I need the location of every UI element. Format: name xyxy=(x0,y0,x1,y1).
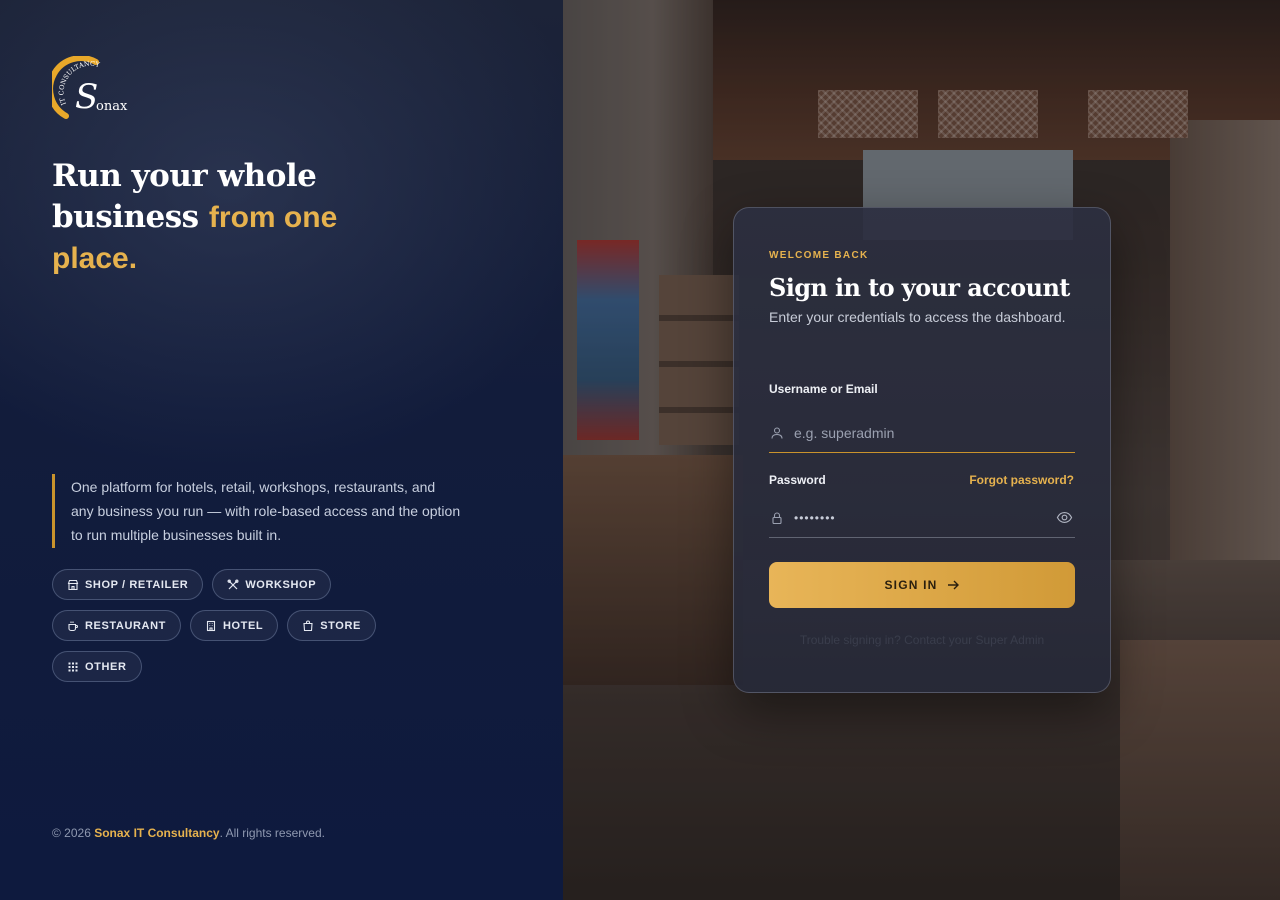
username-input[interactable] xyxy=(794,424,1075,441)
chip-restaurant[interactable]: RESTAURANT xyxy=(52,610,181,641)
business-type-chips: SHOP / RETAILER WORKSHOP RESTAURANT HOTE… xyxy=(52,569,452,682)
coffee-cup-icon xyxy=(68,621,79,631)
chip-shop-retailer[interactable]: SHOP / RETAILER xyxy=(52,569,204,600)
login-page: IT CONSULTANCY S onax Run your whole busi… xyxy=(0,0,1280,900)
lock-icon xyxy=(772,511,782,524)
brand-panel: IT CONSULTANCY S onax Run your whole busi… xyxy=(0,0,563,900)
username-field xyxy=(769,413,1075,453)
login-subtitle: Enter your credentials to access the das… xyxy=(769,309,1066,325)
arrow-right-icon xyxy=(947,580,959,590)
login-card: WELCOME BACK Sign in to your account Ent… xyxy=(733,207,1111,693)
grid-icon xyxy=(68,662,78,671)
shopping-bag-icon xyxy=(303,620,313,631)
forgot-password-link[interactable]: Forgot password? xyxy=(969,473,1074,487)
show-password-icon[interactable] xyxy=(1056,509,1073,526)
hero-accent: from one xyxy=(208,201,338,234)
username-label: Username or Email xyxy=(769,382,878,396)
welcome-eyebrow: WELCOME BACK xyxy=(769,250,869,261)
user-icon xyxy=(771,426,783,439)
sign-in-button[interactable]: SIGN IN xyxy=(769,562,1075,608)
hero-accent-2: place. xyxy=(52,242,138,275)
logo-name: onax xyxy=(96,99,128,114)
login-title: Sign in to your account xyxy=(769,273,1070,302)
password-label: Password xyxy=(769,473,826,487)
chip-store[interactable]: STORE xyxy=(287,610,376,641)
footer-brand-link[interactable]: Sonax IT Consultancy xyxy=(94,826,219,840)
platform-description: One platform for hotels, retail, worksho… xyxy=(52,474,461,548)
trouble-help-text: Trouble signing in? Contact your Super A… xyxy=(799,633,1045,647)
chip-hotel[interactable]: HOTEL xyxy=(189,610,279,641)
company-logo: IT CONSULTANCY S onax xyxy=(47,55,132,126)
copyright-footer: © 2026 Sonax IT Consultancy. All rights … xyxy=(52,826,325,840)
tools-icon xyxy=(227,579,239,589)
store-front-icon xyxy=(67,579,79,590)
building-icon xyxy=(206,620,216,631)
password-field xyxy=(769,498,1075,538)
password-input[interactable] xyxy=(794,510,1056,525)
chip-other[interactable]: OTHER xyxy=(52,651,142,682)
chip-workshop[interactable]: WORKSHOP xyxy=(212,569,332,600)
logo-initial: S xyxy=(75,77,98,117)
hero-headline: Run your whole business from one place. xyxy=(52,158,338,275)
